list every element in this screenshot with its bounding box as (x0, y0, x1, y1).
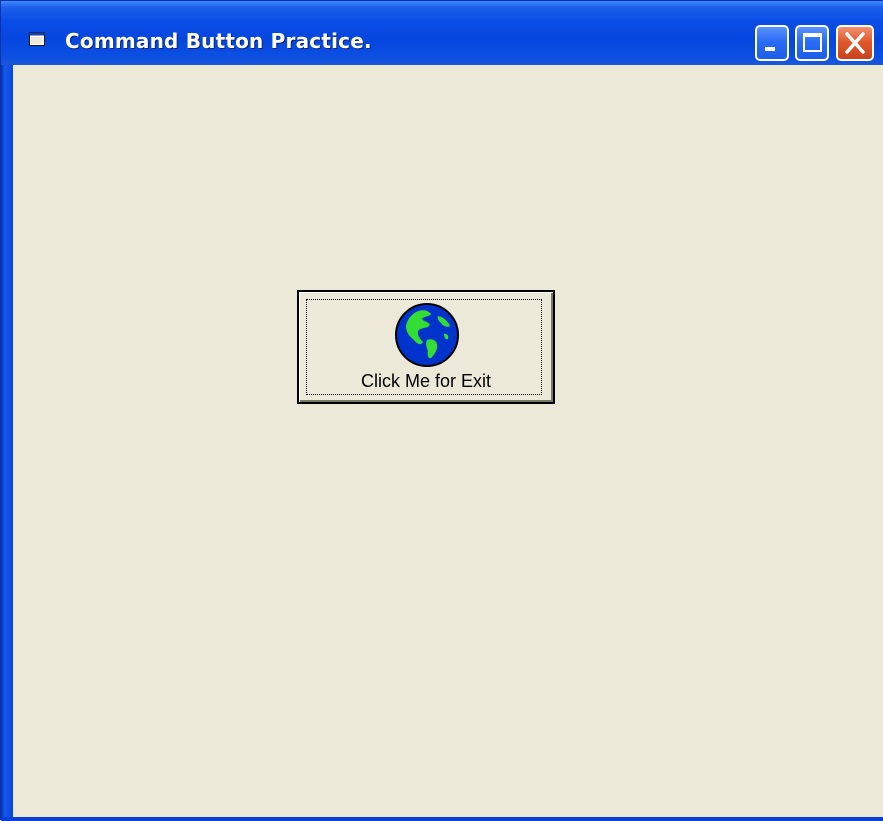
exit-command-button[interactable]: Click Me for Exit (297, 290, 555, 404)
close-button[interactable] (836, 25, 874, 61)
maximize-button[interactable] (795, 25, 829, 61)
form-icon[interactable] (29, 32, 45, 46)
minimize-icon (765, 47, 775, 51)
close-icon (845, 32, 865, 54)
globe-icon (395, 303, 459, 367)
minimize-button[interactable] (755, 25, 789, 61)
window-left-border (1, 65, 13, 821)
title-bar[interactable]: Command Button Practice. (1, 1, 883, 65)
window-title: Command Button Practice. (65, 29, 372, 53)
maximize-icon (803, 33, 822, 52)
app-window: Command Button Practice. Click Me for Ex… (0, 0, 883, 821)
window-bottom-border (1, 817, 883, 821)
exit-button-label: Click Me for Exit (360, 371, 492, 391)
form-client-area (13, 65, 883, 817)
